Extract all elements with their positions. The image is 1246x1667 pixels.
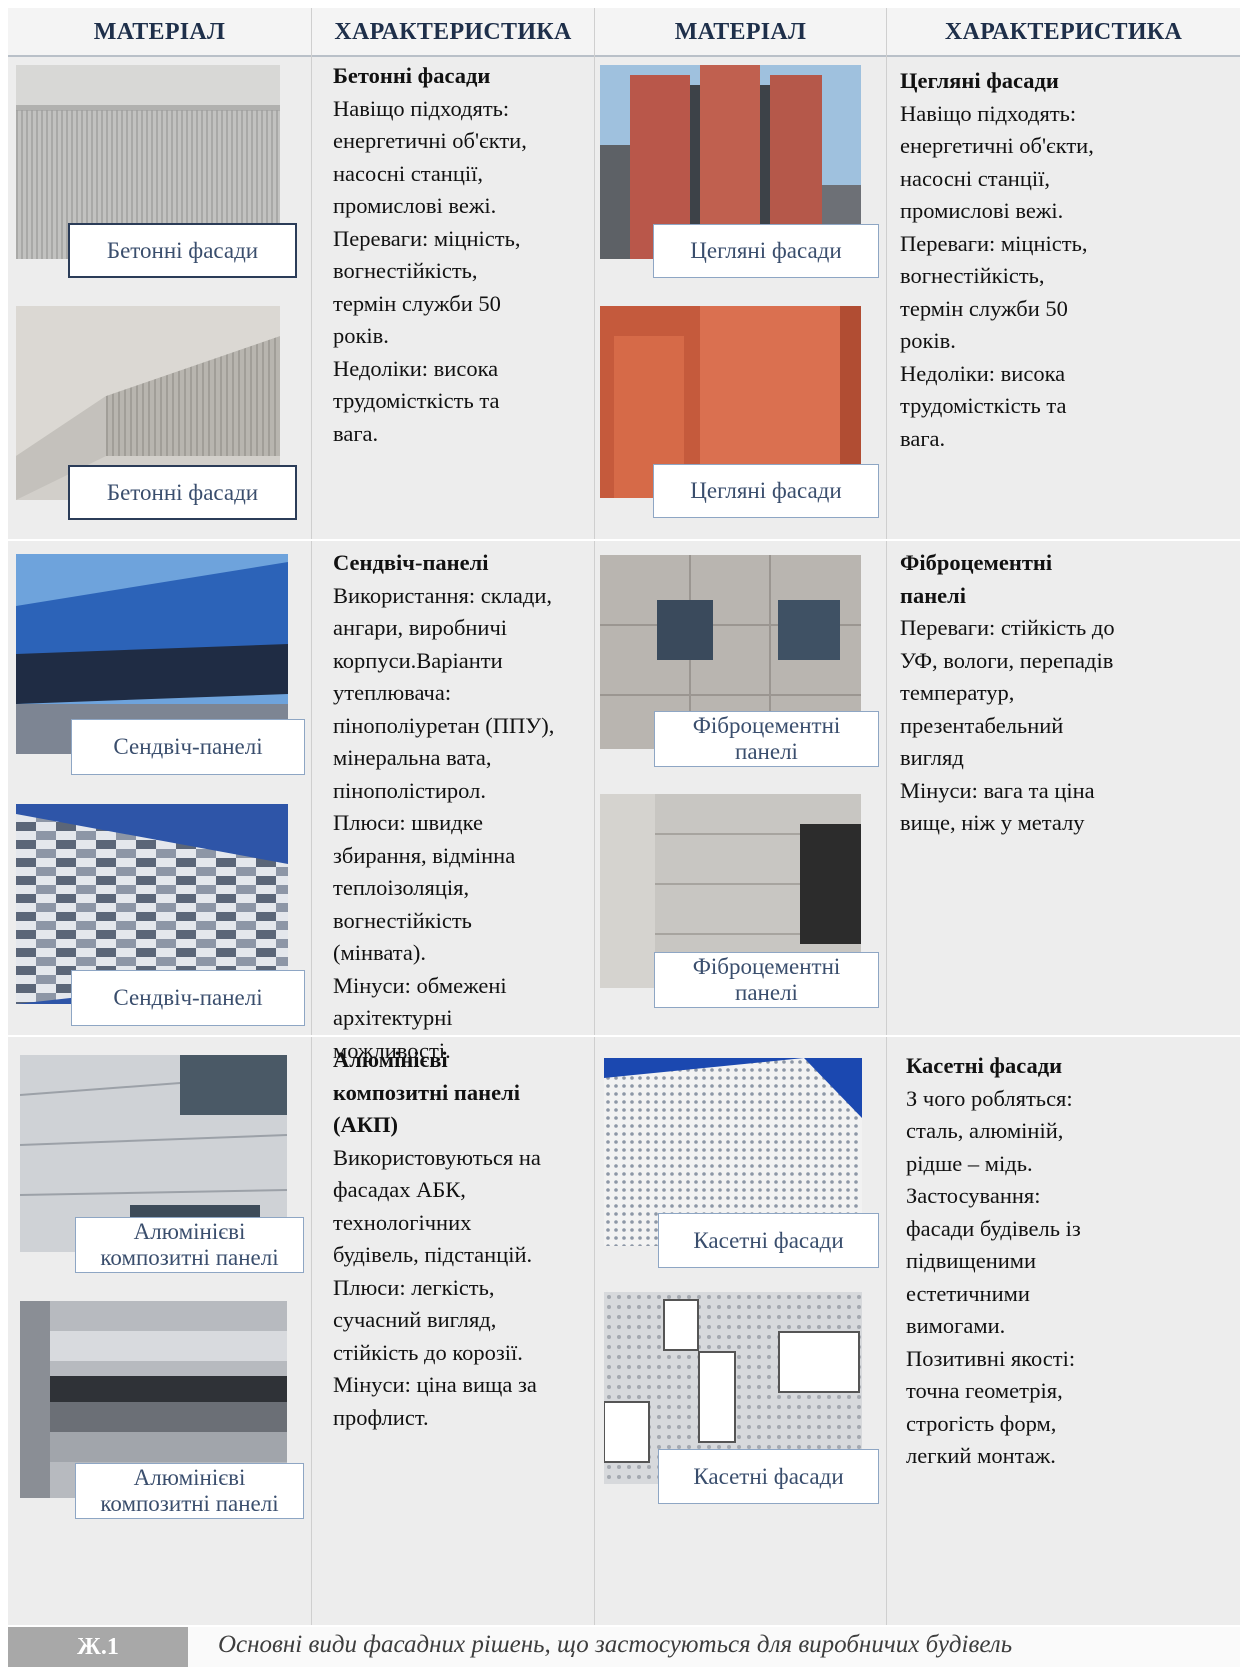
- photo-caption: Сендвіч-панелі: [71, 970, 305, 1026]
- header-material-2: МАТЕРІАЛ: [674, 19, 807, 45]
- header-characteristic-1: ХАРАКТЕРИСТИКА: [334, 19, 572, 45]
- material-title: Алюмінієві композитні панелі (АКП): [333, 1047, 520, 1137]
- photo-caption: Алюмінієві композитні панелі: [75, 1217, 304, 1273]
- material-title: Бетонні фасади: [333, 63, 491, 88]
- material-text: Навіщо підходять: енергетичні об'єкти, н…: [900, 100, 1094, 451]
- photo-caption: Бетонні фасади: [68, 465, 297, 520]
- acp-description: Алюмінієві композитні панелі (АКП) Викор…: [333, 1044, 591, 1434]
- material-text: З чого робляться: сталь, алюміній, рідше…: [906, 1085, 1081, 1469]
- cassette-description: Касетні фасади З чого робляться: сталь, …: [906, 1050, 1236, 1473]
- material-title: Цегляні фасади: [900, 68, 1059, 93]
- photo-caption: Сендвіч-панелі: [71, 719, 305, 775]
- material-text: Навіщо підходять: енергетичні об'єкти, н…: [333, 95, 527, 446]
- photo-caption: Фіброцементні панелі: [654, 711, 879, 767]
- concrete-description: Бетонні фасади Навіщо підходять: енергет…: [333, 60, 591, 450]
- figure-number: Ж.1: [8, 1627, 188, 1667]
- photo-caption: Фіброцементні панелі: [654, 952, 879, 1008]
- photo-caption: Цегляні фасади: [653, 464, 879, 518]
- column-divider: [594, 8, 595, 1625]
- photo-caption: Бетонні фасади: [68, 223, 297, 278]
- figure-caption: Основні види фасадних рішень, що застосу…: [218, 1631, 1013, 1658]
- row-divider: [8, 1035, 1240, 1037]
- row-divider: [8, 539, 1240, 541]
- brick-description: Цегляні фасади Навіщо підходять: енергет…: [900, 65, 1235, 455]
- figure-footer: Ж.1 Основні види фасадних рішень, що зас…: [8, 1627, 1240, 1667]
- fiber-cement-description: Фіброцементні панелі Переваги: стійкість…: [900, 547, 1235, 840]
- photo-caption: Алюмінієві композитні панелі: [75, 1463, 304, 1519]
- material-text: Переваги: стійкість до УФ, вологи, переп…: [900, 615, 1115, 835]
- material-text: Використовуються на фасадах АБК, техноло…: [333, 1144, 541, 1430]
- header-characteristic-2: ХАРАКТЕРИСТИКА: [944, 19, 1183, 45]
- material-text: Використання: склади, ангари, виробничі …: [333, 582, 555, 1063]
- material-title: Сендвіч-панелі: [333, 550, 489, 575]
- facade-table: МАТЕРІАЛ ХАРАКТЕРИСТИКА МАТЕРІАЛ ХАРАКТЕ…: [8, 8, 1240, 1625]
- photo-caption: Касетні фасади: [658, 1213, 879, 1268]
- sandwich-description: Сендвіч-панелі Використання: склади, анг…: [333, 547, 591, 1067]
- photo-caption: Касетні фасади: [658, 1449, 879, 1504]
- column-divider: [886, 8, 887, 1625]
- photo-caption: Цегляні фасади: [653, 224, 879, 278]
- column-divider: [311, 8, 312, 1625]
- material-title: Фіброцементні панелі: [900, 550, 1053, 608]
- material-title: Касетні фасади: [906, 1053, 1063, 1078]
- header-material-1: МАТЕРІАЛ: [93, 19, 226, 45]
